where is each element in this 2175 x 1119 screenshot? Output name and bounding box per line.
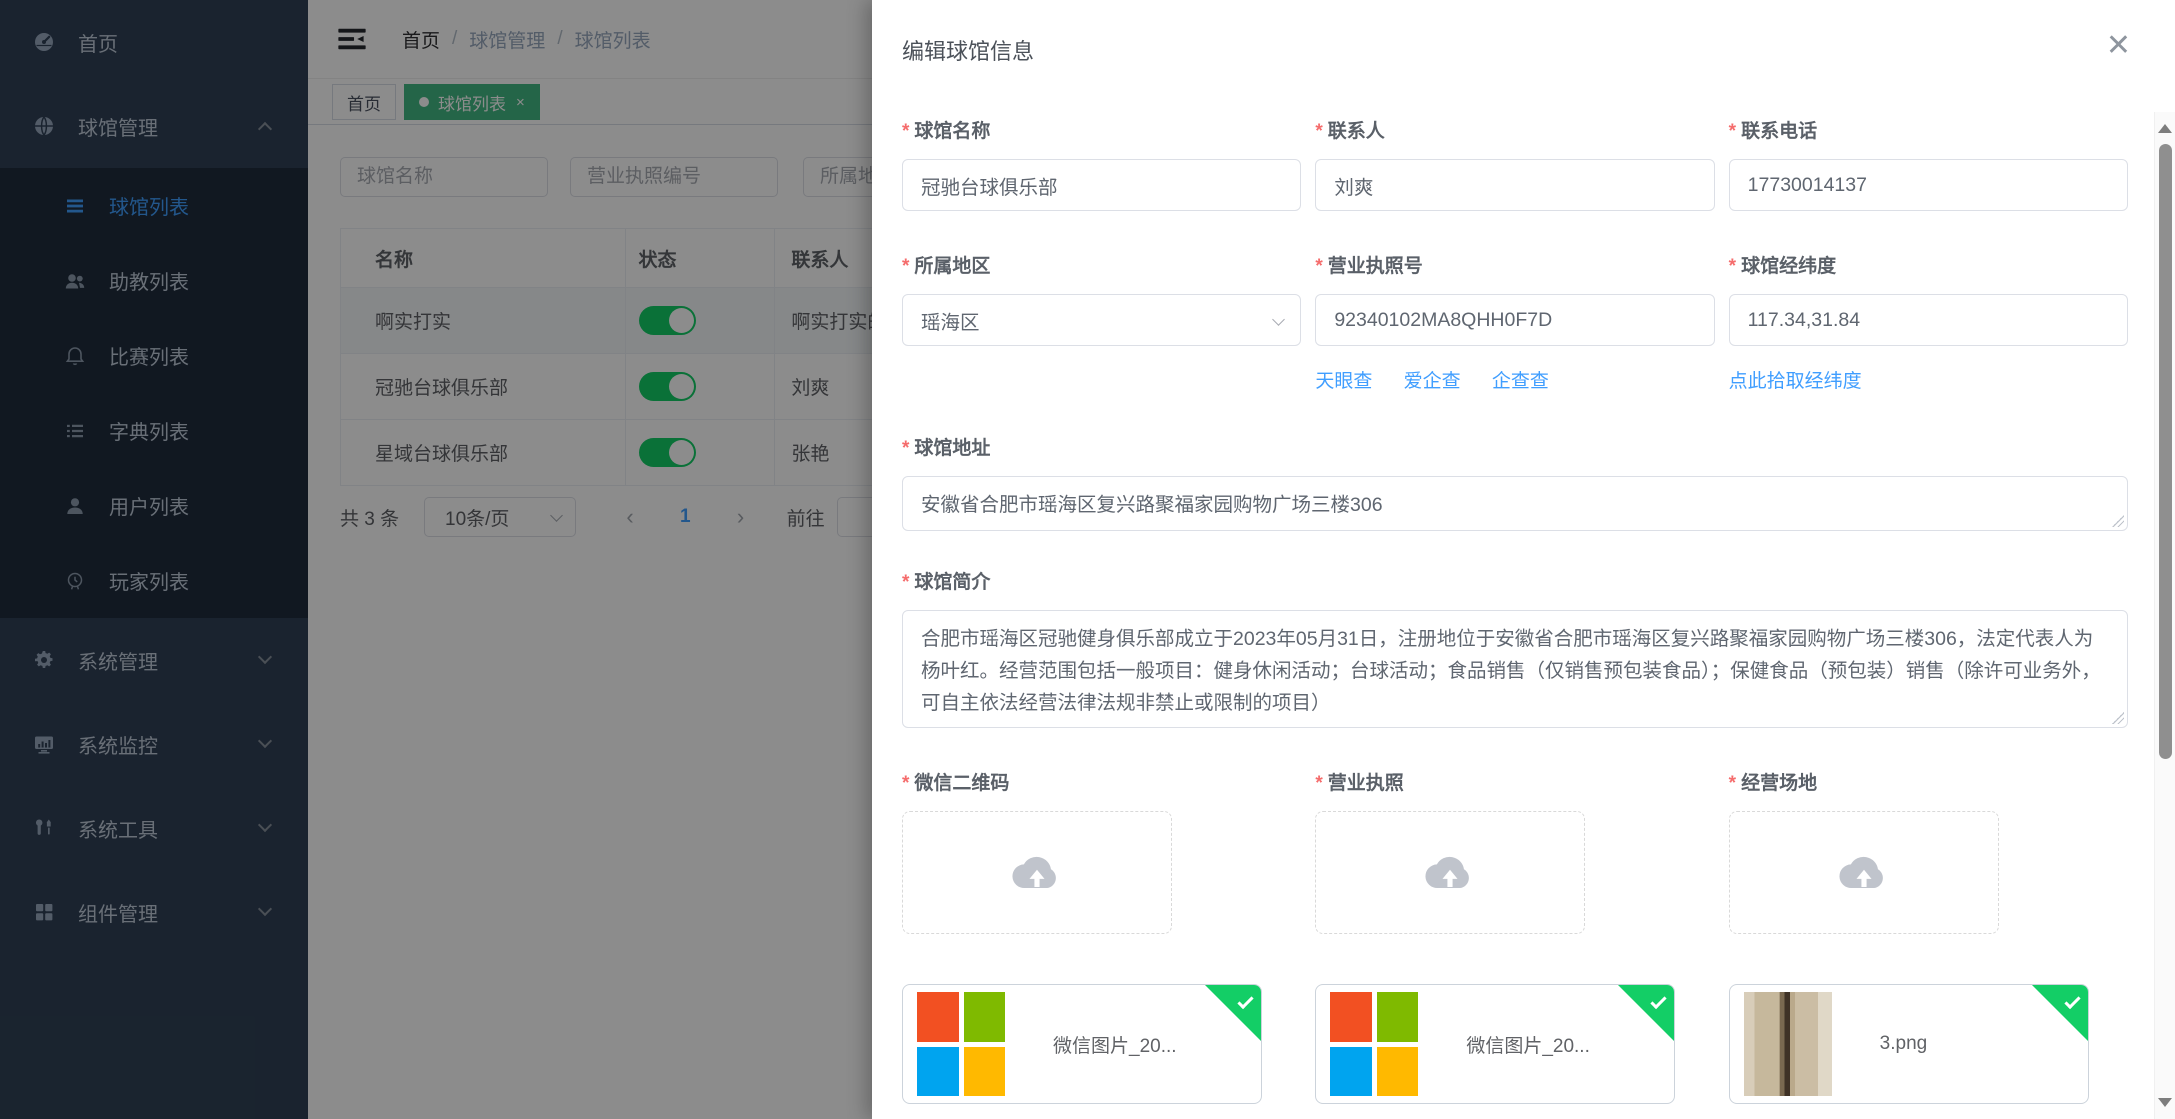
- cloud-upload-icon: [1835, 851, 1893, 895]
- field-district: 所属地区 瑶海区: [902, 251, 1301, 393]
- file-thumbnail: [917, 992, 1005, 1096]
- uploaded-file-card[interactable]: 3.png: [1729, 984, 2089, 1104]
- field-business-license: 营业执照: [1315, 768, 1714, 934]
- upload-success-badge: [1618, 985, 1674, 1041]
- wechat-qr-upload[interactable]: [902, 811, 1172, 934]
- scroll-down-icon[interactable]: [2158, 1098, 2172, 1107]
- uploaded-file-card[interactable]: 微信图片_20...: [1315, 984, 1675, 1104]
- modal-overlay[interactable]: [0, 0, 872, 1119]
- premises-upload[interactable]: [1729, 811, 1999, 934]
- file-name: 微信图片_20...: [1053, 1031, 1177, 1058]
- field-lat-lng: 球馆经纬度 点此拾取经纬度: [1729, 251, 2128, 393]
- field-address: 球馆地址 安徽省合肥市瑶海区复兴路聚福家园购物广场三楼306: [902, 433, 2128, 531]
- business-license-upload[interactable]: [1315, 811, 1585, 934]
- license-no-input[interactable]: [1315, 294, 1714, 346]
- resize-grip-icon[interactable]: [2112, 515, 2124, 527]
- aiqicha-link[interactable]: 爱企查: [1404, 371, 1461, 392]
- contact-input[interactable]: [1315, 159, 1714, 211]
- edit-venue-drawer: 编辑球馆信息 ✕ 球馆名称 联系人 联系电话 所属: [872, 0, 2175, 1119]
- upload-success-badge: [2032, 985, 2088, 1041]
- close-icon[interactable]: ✕: [2106, 28, 2131, 63]
- file-name: 3.png: [1880, 1033, 1928, 1055]
- drawer-body: 球馆名称 联系人 联系电话 所属地区 瑶海区: [872, 116, 2175, 1104]
- upload-section: 微信二维码 营业执照 经营场地: [902, 768, 2128, 934]
- app-root: 首页 球馆管理 球馆列表 助教列表: [0, 0, 2175, 1119]
- license-lookup-links: 天眼查 爱企查 企查查: [1315, 366, 1714, 393]
- file-thumbnail: [1330, 992, 1418, 1096]
- tianyancha-link[interactable]: 天眼查: [1315, 371, 1372, 392]
- lat-lng-input[interactable]: [1729, 294, 2128, 346]
- phone-input[interactable]: [1729, 159, 2128, 211]
- uploaded-files: 微信图片_20... 微信图片_20... 3.png: [902, 984, 2128, 1104]
- field-wechat-qr: 微信二维码: [902, 768, 1301, 934]
- resize-grip-icon[interactable]: [2112, 712, 2124, 724]
- field-contact: 联系人: [1315, 116, 1714, 211]
- field-venue-name: 球馆名称: [902, 116, 1301, 211]
- qichacha-link[interactable]: 企查查: [1492, 371, 1549, 392]
- file-name: 微信图片_20...: [1466, 1031, 1590, 1058]
- scrollbar[interactable]: [2154, 112, 2175, 1119]
- venue-name-input[interactable]: [902, 159, 1301, 211]
- cloud-upload-icon: [1421, 851, 1479, 895]
- address-textarea[interactable]: 安徽省合肥市瑶海区复兴路聚福家园购物广场三楼306: [902, 476, 2128, 531]
- field-phone: 联系电话: [1729, 116, 2128, 211]
- upload-success-badge: [1205, 985, 1261, 1041]
- file-thumbnail: [1744, 992, 1832, 1096]
- scroll-up-icon[interactable]: [2158, 124, 2172, 133]
- field-premises: 经营场地: [1729, 768, 2128, 934]
- intro-textarea[interactable]: 合肥市瑶海区冠驰健身俱乐部成立于2023年05月31日，注册地位于安徽省合肥市瑶…: [902, 610, 2128, 728]
- field-license-no: 营业执照号 天眼查 爱企查 企查查: [1315, 251, 1714, 393]
- cloud-upload-icon: [1008, 851, 1066, 895]
- drawer-header: 编辑球馆信息 ✕: [872, 0, 2175, 66]
- scrollbar-thumb[interactable]: [2159, 144, 2172, 759]
- uploaded-file-card[interactable]: 微信图片_20...: [902, 984, 1262, 1104]
- pick-latlng-link[interactable]: 点此拾取经纬度: [1729, 371, 1862, 392]
- field-intro: 球馆简介 合肥市瑶海区冠驰健身俱乐部成立于2023年05月31日，注册地位于安徽…: [902, 567, 2128, 728]
- district-select[interactable]: 瑶海区: [902, 294, 1301, 346]
- drawer-title: 编辑球馆信息: [902, 39, 1034, 64]
